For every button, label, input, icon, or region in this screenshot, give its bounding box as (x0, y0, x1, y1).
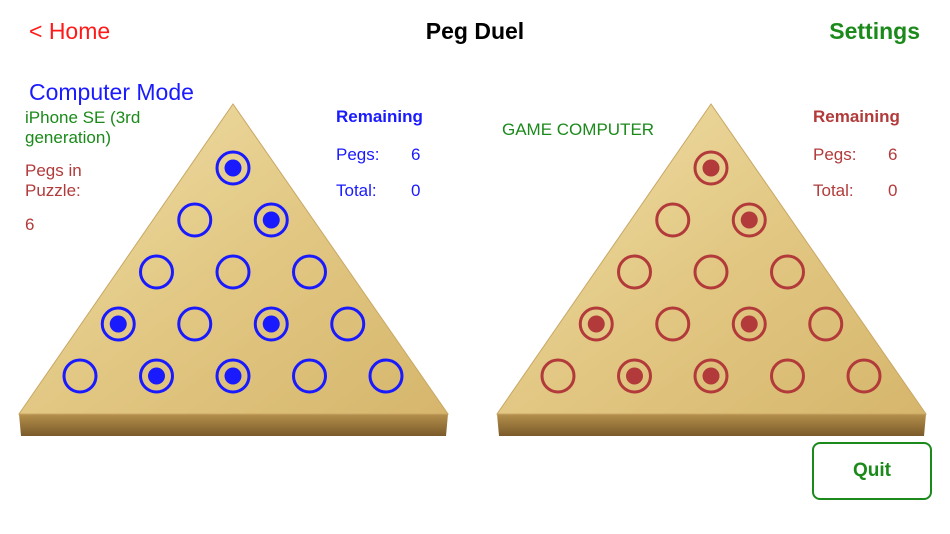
player-peg (148, 367, 165, 385)
player-peg (262, 211, 280, 229)
mode-label: Computer Mode (29, 79, 194, 105)
computer-peg (740, 211, 758, 229)
computer-peg (702, 159, 720, 177)
computer-total-value: 0 (888, 181, 898, 200)
player-pegs-label: Pegs: (336, 145, 380, 164)
computer-pegs-value: 6 (888, 145, 898, 164)
computer-peg (740, 315, 758, 333)
computer-board-edge (497, 414, 926, 436)
computer-board-face (496, 103, 927, 415)
player-total-label: Total: (336, 181, 377, 200)
player-peg (262, 315, 280, 333)
computer-remaining-title: Remaining (813, 107, 900, 126)
player-total-value: 0 (411, 181, 421, 200)
player-pegs-value: 6 (411, 145, 421, 164)
page-title: Peg Duel (425, 18, 525, 44)
player-remaining-title: Remaining (336, 107, 423, 126)
player-peg (224, 159, 242, 177)
computer-peg (702, 367, 720, 385)
pegs-in-puzzle-label: Pegs in Puzzle: (25, 161, 82, 200)
computer-total-label: Total: (813, 181, 854, 200)
player-peg (224, 367, 242, 385)
computer-peg (587, 315, 605, 333)
computer-peg (626, 367, 643, 385)
device-label: iPhone SE (3rd generation) (25, 108, 141, 147)
quit-button[interactable]: Quit (812, 442, 932, 500)
player-peg (109, 315, 127, 333)
player-board-edge (19, 414, 448, 436)
computer-pegs-label: Pegs: (813, 145, 857, 164)
player-board (18, 103, 449, 436)
pegs-in-puzzle-value: 6 (25, 215, 35, 234)
settings-link[interactable]: Settings (829, 18, 920, 45)
opponent-label: GAME COMPUTER (502, 120, 655, 139)
computer-board (496, 103, 927, 436)
player-board-face (18, 103, 449, 415)
